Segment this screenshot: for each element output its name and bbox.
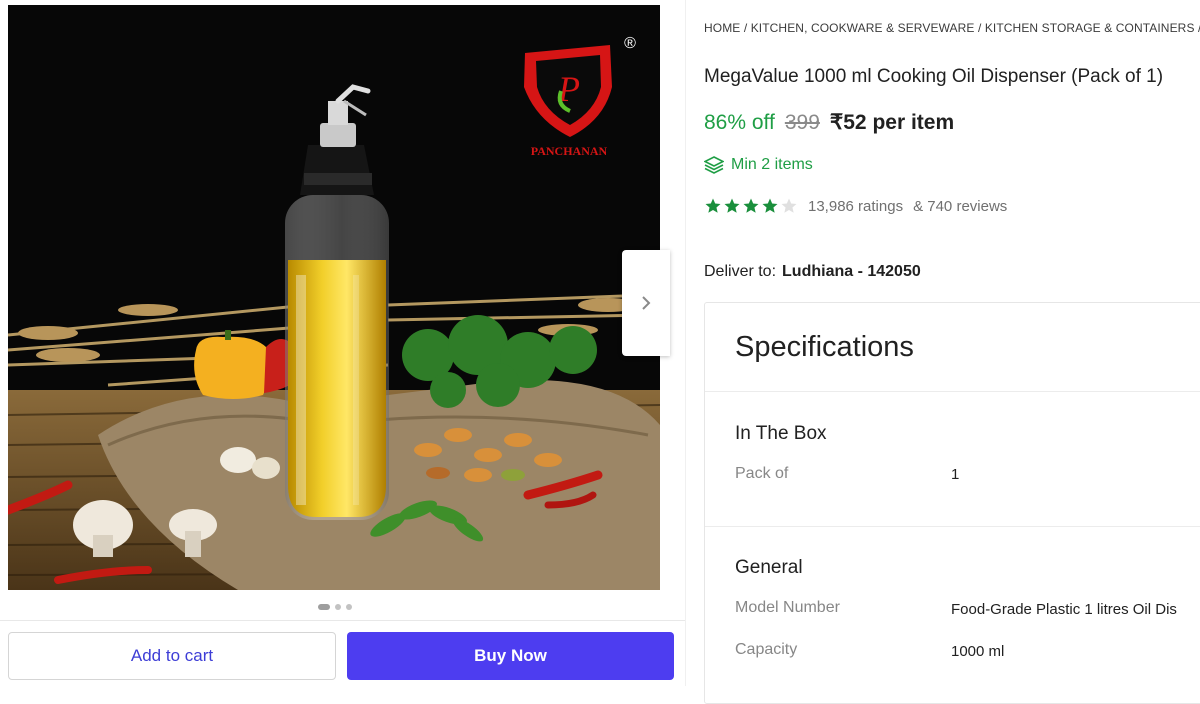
divider [705,391,1200,392]
star-icon [743,198,759,213]
add-to-cart-button[interactable]: Add to cart [8,632,336,680]
product-photo: P PANCHANAN ® [8,5,660,590]
specifications-title: Specifications [735,331,914,363]
deliver-label: Deliver to: [704,263,777,280]
spec-key: Pack of [735,465,789,482]
registered-mark: ® [624,35,636,52]
breadcrumb[interactable]: HOME / KITCHEN, COOKWARE & SERVEWARE / K… [704,21,1200,35]
next-image-button[interactable] [622,250,670,356]
pagination-dot[interactable] [335,604,341,610]
spec-value: Food-Grade Plastic 1 litres Oil Dis [951,601,1177,618]
buy-now-button[interactable]: Buy Now [347,632,674,680]
pagination-dot[interactable] [346,604,352,610]
panel-divider [685,0,686,686]
star-icon [724,198,740,213]
star-icon [781,198,797,213]
in-the-box-heading: In The Box [735,423,827,444]
product-image[interactable]: P PANCHANAN ® [8,5,660,590]
spec-value: 1000 ml [951,643,1005,660]
spec-value: 1 [951,466,960,483]
original-price: 399 [784,111,820,134]
product-title: MegaValue 1000 ml Cooking Oil Dispenser … [704,66,1164,87]
divider [0,620,686,621]
deliver-pincode: Ludhiana - 142050 [782,263,921,280]
layers-icon [704,156,724,174]
star-rating [704,197,798,215]
star-icon [762,198,778,213]
discount-percent: 86% off [704,111,775,134]
spec-key: Capacity [735,641,798,658]
star-icon [705,198,721,213]
min-items-badge: Min 2 items [704,156,813,174]
delivery-location[interactable]: Deliver to: Ludhiana - 142050 [704,263,921,281]
rating-row[interactable]: 13,986 ratings & 740 reviews [704,197,1007,215]
specifications-card: Specifications In The Box Pack of 1 Gene… [704,302,1200,704]
spec-key: Model Number [735,599,840,616]
price-row: 86% off 399 ₹52 per item [704,110,954,135]
selling-price: ₹52 per item [829,111,955,134]
divider [705,526,1200,527]
image-pagination-dots [0,604,670,610]
brand-logo-text: PANCHANAN [531,144,608,158]
chevron-right-icon [642,296,651,310]
reviews-count: & 740 reviews [913,197,1008,215]
ratings-count: 13,986 ratings [808,197,904,215]
general-heading: General [735,557,803,578]
pagination-dot[interactable] [318,604,330,610]
min-items-text: Min 2 items [731,156,813,173]
